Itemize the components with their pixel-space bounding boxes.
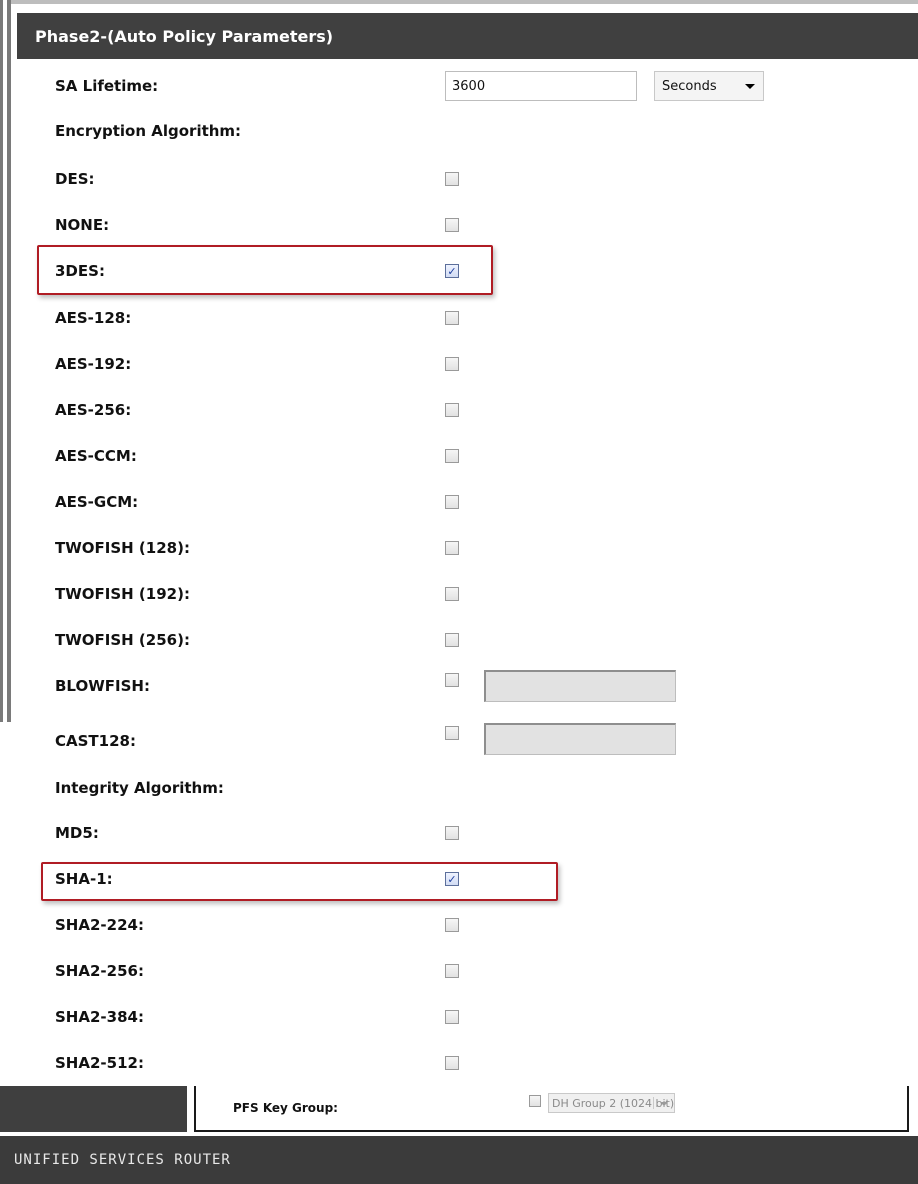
encryption-row-cast128: CAST128: xyxy=(17,719,918,763)
algorithm-label: AES-GCM: xyxy=(55,493,139,511)
algorithm-label: SHA2-384: xyxy=(55,1008,144,1026)
pfs-key-group-value: DH Group 2 (1024 bit) xyxy=(552,1096,675,1110)
encryption-row-aes-gcm: AES-GCM: xyxy=(17,480,918,524)
left-frame-rule-inner xyxy=(7,0,11,722)
pfs-frame: PFS Key Group: DH Group 2 (1024 bit) xyxy=(194,1086,909,1132)
pfs-label: PFS Key Group: xyxy=(233,1101,338,1115)
sa-lifetime-row: SA Lifetime: Seconds xyxy=(17,64,918,108)
encryption-row-twofish-128: TWOFISH (128): xyxy=(17,526,918,570)
aes-gcm-checkbox[interactable] xyxy=(445,495,459,509)
integrity-row-sha2-384: SHA2-384: xyxy=(17,995,918,1039)
footer-bar: UNIFIED SERVICES ROUTER xyxy=(0,1136,918,1184)
section-header: Phase2-(Auto Policy Parameters) xyxy=(17,13,918,59)
sa-lifetime-unit-select[interactable]: Seconds xyxy=(654,71,764,101)
highlight-3des xyxy=(37,245,493,295)
none-checkbox[interactable] xyxy=(445,218,459,232)
algorithm-label: BLOWFISH: xyxy=(55,677,150,695)
encryption-row-twofish-192: TWOFISH (192): xyxy=(17,572,918,616)
cast128-key-input[interactable] xyxy=(484,723,676,755)
pfs-checkbox[interactable] xyxy=(529,1095,541,1107)
pfs-left-dark xyxy=(0,1086,187,1132)
twofish-192-checkbox[interactable] xyxy=(445,587,459,601)
footer-brand: UNIFIED SERVICES ROUTER xyxy=(14,1152,231,1168)
sa-lifetime-input[interactable] xyxy=(445,71,637,101)
blowfish-key-input[interactable] xyxy=(484,670,676,702)
algorithm-label: TWOFISH (128): xyxy=(55,539,190,557)
algorithm-label: SHA2-224: xyxy=(55,916,144,934)
encryption-row-aes-128: AES-128: xyxy=(17,296,918,340)
encryption-row-aes-ccm: AES-CCM: xyxy=(17,434,918,478)
algorithm-label: AES-256: xyxy=(55,401,132,419)
integrity-row-sha2-512: SHA2-512: xyxy=(17,1041,918,1085)
encryption-heading-row: Encryption Algorithm: xyxy=(17,109,918,153)
encryption-row-twofish-256: TWOFISH (256): xyxy=(17,618,918,662)
encryption-row-des: DES: xyxy=(17,157,918,201)
integrity-row-sha2-256: SHA2-256: xyxy=(17,949,918,993)
pfs-key-group-select[interactable]: DH Group 2 (1024 bit) xyxy=(548,1093,675,1113)
integrity-heading: Integrity Algorithm: xyxy=(55,779,224,797)
md5-checkbox[interactable] xyxy=(445,826,459,840)
cast128-checkbox[interactable] xyxy=(445,726,459,740)
algorithm-label: AES-CCM: xyxy=(55,447,137,465)
encryption-row-blowfish: BLOWFISH: xyxy=(17,664,918,708)
sha2-224-checkbox[interactable] xyxy=(445,918,459,932)
algorithm-label: AES-192: xyxy=(55,355,132,373)
select-divider xyxy=(653,1097,654,1109)
algorithm-label: SHA2-512: xyxy=(55,1054,144,1072)
encryption-row-none: NONE: xyxy=(17,203,918,247)
integrity-row-md5: MD5: xyxy=(17,811,918,855)
left-frame-rule xyxy=(0,0,3,722)
algorithm-label: TWOFISH (256): xyxy=(55,631,190,649)
twofish-256-checkbox[interactable] xyxy=(445,633,459,647)
encryption-row-aes-192: AES-192: xyxy=(17,342,918,386)
section-title: Phase2-(Auto Policy Parameters) xyxy=(35,26,334,46)
integrity-heading-row: Integrity Algorithm: xyxy=(17,766,918,810)
algorithm-label: TWOFISH (192): xyxy=(55,585,190,603)
aes-256-checkbox[interactable] xyxy=(445,403,459,417)
top-frame-rule xyxy=(11,0,918,4)
aes-ccm-checkbox[interactable] xyxy=(445,449,459,463)
pfs-strip: PFS Key Group: DH Group 2 (1024 bit) UNI… xyxy=(0,1086,918,1184)
algorithm-label: AES-128: xyxy=(55,309,132,327)
twofish-128-checkbox[interactable] xyxy=(445,541,459,555)
encryption-row-aes-256: AES-256: xyxy=(17,388,918,432)
chevron-down-icon xyxy=(745,84,755,89)
aes-192-checkbox[interactable] xyxy=(445,357,459,371)
sha2-512-checkbox[interactable] xyxy=(445,1056,459,1070)
algorithm-label: CAST128: xyxy=(55,732,136,750)
blowfish-checkbox[interactable] xyxy=(445,673,459,687)
encryption-heading: Encryption Algorithm: xyxy=(55,122,242,140)
highlight-sha-1 xyxy=(41,862,558,901)
algorithm-label: MD5: xyxy=(55,824,99,842)
aes-128-checkbox[interactable] xyxy=(445,311,459,325)
sha2-256-checkbox[interactable] xyxy=(445,964,459,978)
chevron-down-icon xyxy=(660,1102,668,1106)
algorithm-label: SHA2-256: xyxy=(55,962,144,980)
sa-lifetime-unit-value: Seconds xyxy=(662,78,717,94)
algorithm-label: DES: xyxy=(55,170,95,188)
algorithm-label: NONE: xyxy=(55,216,110,234)
sa-lifetime-label: SA Lifetime: xyxy=(55,77,159,95)
integrity-row-sha2-224: SHA2-224: xyxy=(17,903,918,947)
sha2-384-checkbox[interactable] xyxy=(445,1010,459,1024)
des-checkbox[interactable] xyxy=(445,172,459,186)
